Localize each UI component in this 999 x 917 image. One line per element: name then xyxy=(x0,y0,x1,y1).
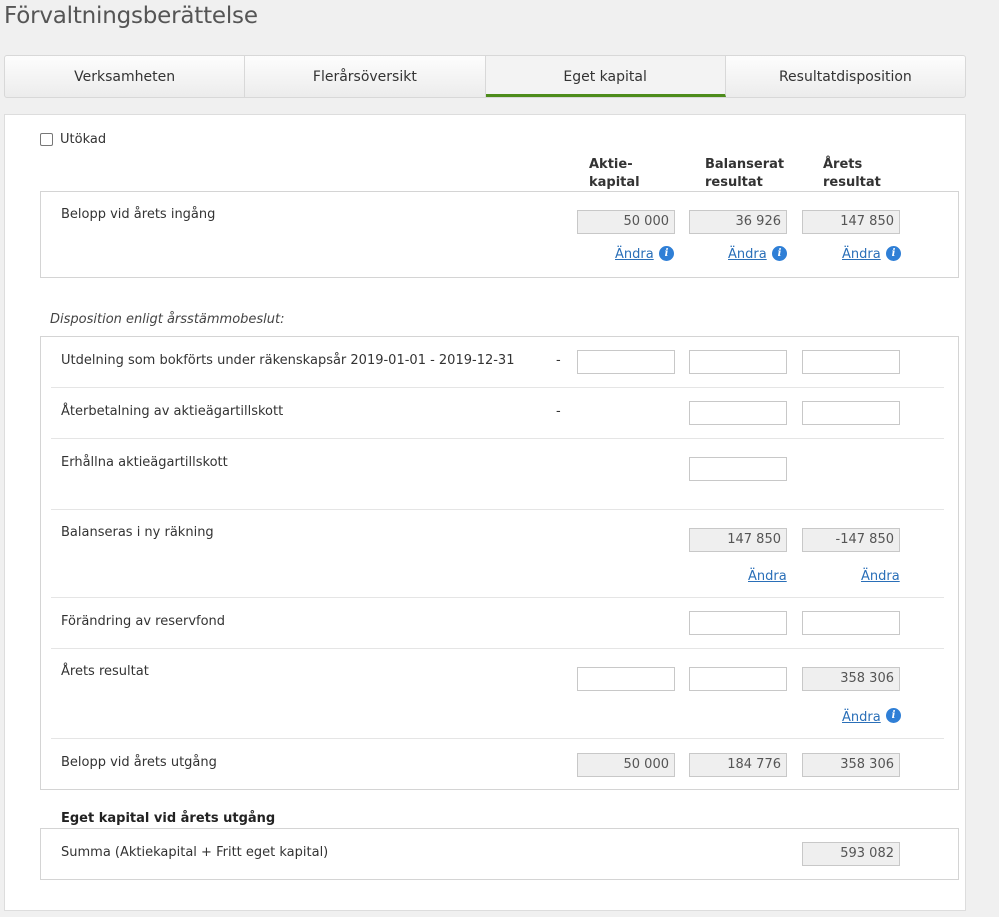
andra-year-result-link[interactable]: Ändra xyxy=(842,710,881,725)
info-icon[interactable]: i xyxy=(772,246,787,261)
year-result-aktiekapital-input[interactable] xyxy=(577,667,675,691)
tab-bar: Verksamheten Flerårsöversikt Eget kapita… xyxy=(4,55,966,98)
dividend-balanserat-input[interactable] xyxy=(689,350,787,374)
received-label: Erhållna aktieägartillskott xyxy=(61,455,228,470)
divider xyxy=(51,387,944,388)
tab-resultatdisposition[interactable]: Resultatdisposition xyxy=(726,56,965,97)
received-balanserat-input[interactable] xyxy=(689,457,787,481)
repayment-minus-sign: - xyxy=(556,404,561,419)
disposition-title: Disposition enligt årsstämmobeslut: xyxy=(50,312,285,327)
sum-label: Summa (Aktiekapital + Fritt eget kapital… xyxy=(61,845,329,860)
col-header-balanserat-resultat: Balanserat resultat xyxy=(705,157,785,190)
closing-aktiekapital-field: 50 000 xyxy=(577,753,675,777)
carried-arets-resultat-field: -147 850 xyxy=(802,528,900,552)
year-result-arets-resultat-field: 358 306 xyxy=(802,667,900,691)
andra-balanserat-link[interactable]: Ändra xyxy=(728,247,767,262)
opening-aktiekapital-field: 50 000 xyxy=(577,210,675,234)
tab-eget-kapital[interactable]: Eget kapital xyxy=(485,56,726,97)
divider xyxy=(51,597,944,598)
andra-carried-balanserat-link[interactable]: Ändra xyxy=(748,569,787,584)
dividend-minus-sign: - xyxy=(556,353,561,368)
closing-arets-resultat-field: 358 306 xyxy=(802,753,900,777)
opening-balance-label: Belopp vid årets ingång xyxy=(61,207,216,222)
utokad-checkbox[interactable] xyxy=(40,133,53,146)
sum-field: 593 082 xyxy=(802,842,900,866)
col-header-arets-resultat: Årets resultat xyxy=(823,157,881,190)
divider xyxy=(51,438,944,439)
carried-balanserat-field: 147 850 xyxy=(689,528,787,552)
equity-closing-title: Eget kapital vid årets utgång xyxy=(61,811,276,826)
col-header-aktiekapital: Aktie- kapital xyxy=(589,157,640,190)
reserve-label: Förändring av reservfond xyxy=(61,614,226,629)
divider xyxy=(51,648,944,649)
andra-arets-resultat-link[interactable]: Ändra xyxy=(842,247,881,262)
reserve-balanserat-input[interactable] xyxy=(689,611,787,635)
divider xyxy=(51,738,944,739)
carried-label: Balanseras i ny räkning xyxy=(61,525,214,540)
repayment-balanserat-input[interactable] xyxy=(689,401,787,425)
utokad-toggle[interactable]: Utökad xyxy=(40,132,106,147)
closing-balance-label: Belopp vid årets utgång xyxy=(61,755,217,770)
tab-flerarsoversikt[interactable]: Flerårsöversikt xyxy=(245,56,486,97)
year-result-label: Årets resultat xyxy=(61,664,149,679)
year-result-balanserat-input[interactable] xyxy=(689,667,787,691)
repayment-label: Återbetalning av aktieägartillskott xyxy=(61,404,284,419)
closing-balanserat-field: 184 776 xyxy=(689,753,787,777)
opening-balance-box: Belopp vid årets ingång 50 000 36 926 14… xyxy=(40,191,959,278)
info-icon[interactable]: i xyxy=(886,246,901,261)
andra-carried-arets-resultat-link[interactable]: Ändra xyxy=(861,569,900,584)
andra-aktiekapital-link[interactable]: Ändra xyxy=(615,247,654,262)
reserve-arets-resultat-input[interactable] xyxy=(802,611,900,635)
info-icon[interactable]: i xyxy=(886,708,901,723)
page-title: Förvaltningsberättelse xyxy=(4,3,258,29)
dividend-arets-resultat-input[interactable] xyxy=(802,350,900,374)
utokad-label: Utökad xyxy=(60,132,107,147)
dividend-label: Utdelning som bokförts under räkenskapså… xyxy=(61,353,515,368)
disposition-box: Utdelning som bokförts under räkenskapså… xyxy=(40,336,959,790)
opening-arets-resultat-field: 147 850 xyxy=(802,210,900,234)
equity-panel: Utökad Aktie- kapital Balanserat resulta… xyxy=(4,114,966,911)
divider xyxy=(51,509,944,510)
info-icon[interactable]: i xyxy=(659,246,674,261)
dividend-aktiekapital-input[interactable] xyxy=(577,350,675,374)
sum-box: Summa (Aktiekapital + Fritt eget kapital… xyxy=(40,828,959,880)
opening-balanserat-field: 36 926 xyxy=(689,210,787,234)
repayment-arets-resultat-input[interactable] xyxy=(802,401,900,425)
tab-verksamheten[interactable]: Verksamheten xyxy=(5,56,246,97)
